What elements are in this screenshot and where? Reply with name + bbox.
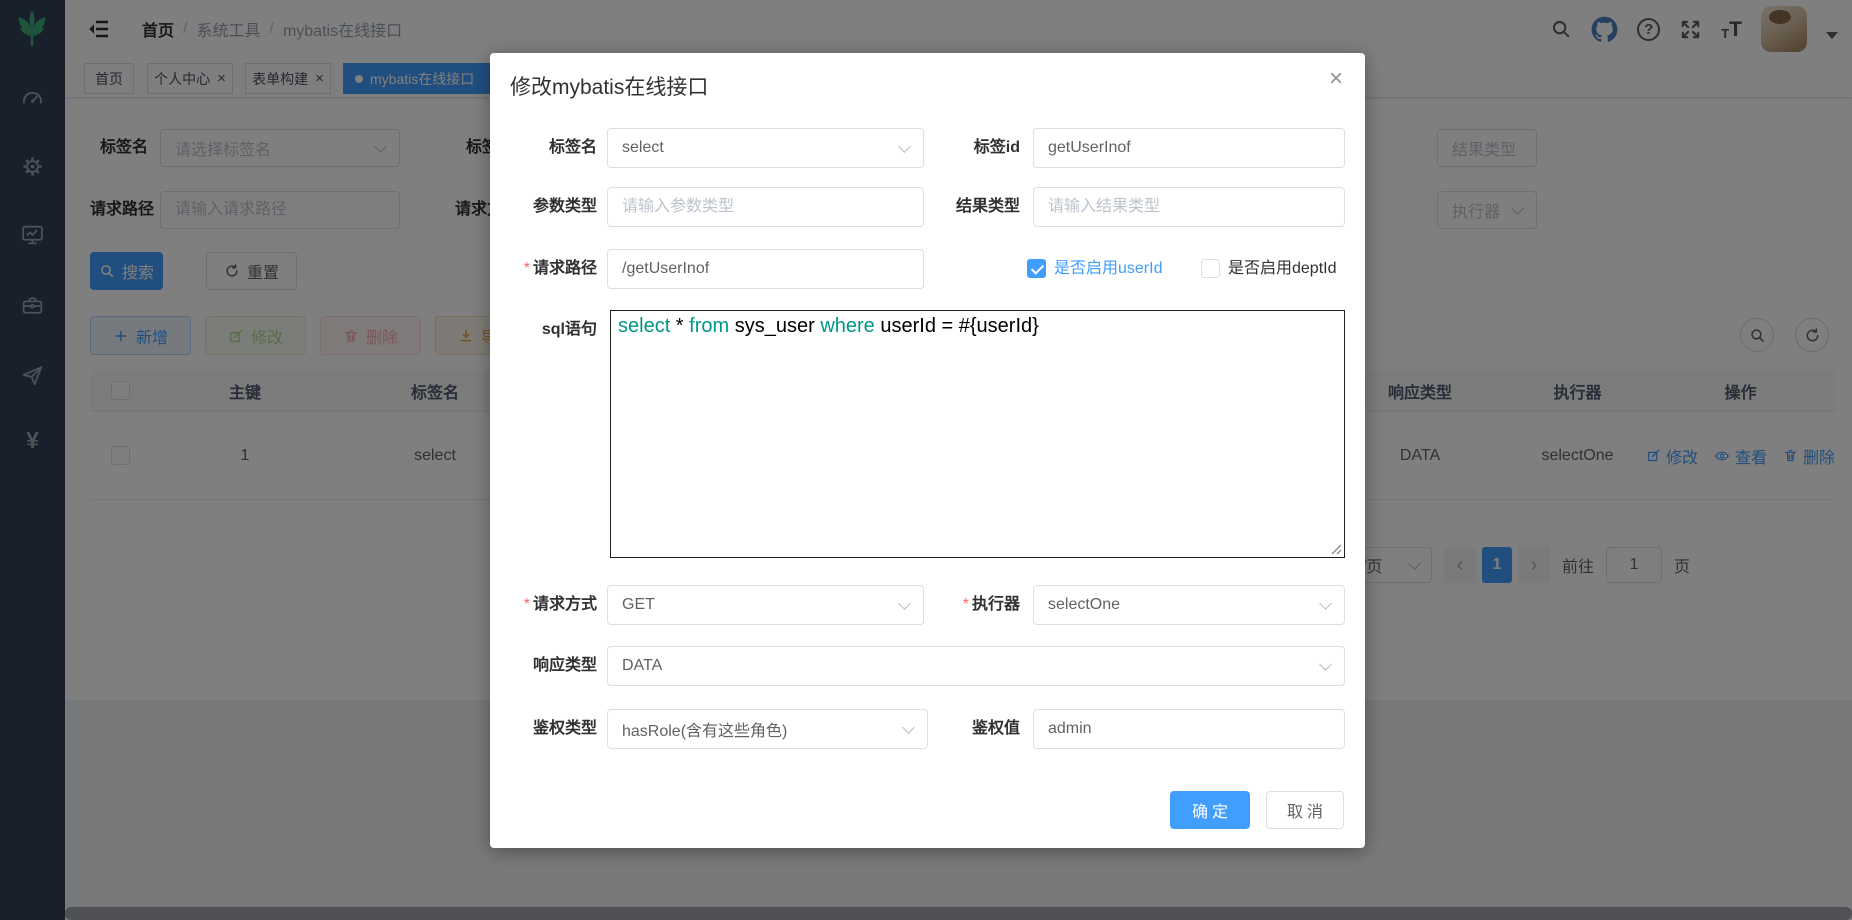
field-label-request-method: *请求方式 [500, 585, 597, 625]
auth-value-input[interactable] [1033, 709, 1345, 749]
field-label-result-type: 结果类型 [910, 187, 1020, 227]
select-value: GET [622, 596, 655, 614]
field-label-sql: sql语句 [500, 310, 597, 350]
sql-editor[interactable]: select * from sys_user where userId = #{… [610, 310, 1345, 558]
dialog-close-icon[interactable]: × [1329, 67, 1343, 91]
sql-editor-content: select * from sys_user where userId = #{… [618, 315, 1337, 338]
field-label-executor: *执行器 [910, 585, 1020, 625]
field-label-tag-name: 标签名 [500, 128, 597, 168]
required-mark: * [524, 596, 530, 613]
result-type-input[interactable] [1033, 187, 1345, 227]
executor-select[interactable]: selectOne [1033, 585, 1345, 625]
enable-deptid-label[interactable]: 是否启用deptId [1228, 249, 1337, 289]
request-method-select[interactable]: GET [607, 585, 924, 625]
field-label-tag-id: 标签id [910, 128, 1020, 168]
result-type-field [1033, 187, 1345, 227]
enable-deptid-checkbox[interactable] [1201, 259, 1220, 278]
enable-userid-checkbox[interactable] [1027, 259, 1046, 278]
field-label-request-path: *请求路径 [500, 249, 597, 289]
auth-type-select[interactable]: hasRole(含有这些角色) [607, 709, 928, 749]
label-text: 请求方式 [533, 596, 597, 613]
tag-id-input[interactable] [1033, 128, 1345, 168]
chevron-down-icon [1319, 597, 1332, 610]
label-text: 执行器 [972, 596, 1020, 613]
edit-dialog: 修改mybatis在线接口 × 标签名 select 标签id 参数类型 结果类… [490, 53, 1365, 848]
response-type-select[interactable]: DATA [607, 646, 1345, 686]
field-label-auth-type: 鉴权类型 [500, 709, 597, 749]
resize-grip-icon[interactable] [1329, 542, 1342, 555]
tag-id-field [1033, 128, 1345, 168]
chevron-down-icon [898, 140, 911, 153]
param-type-input[interactable] [607, 187, 924, 227]
select-value: select [622, 139, 664, 157]
confirm-button[interactable]: 确定 [1170, 791, 1250, 829]
field-label-auth-value: 鉴权值 [910, 709, 1020, 749]
cancel-button[interactable]: 取消 [1266, 791, 1344, 829]
request-path-field [607, 249, 924, 289]
select-value: selectOne [1048, 596, 1120, 614]
label-text: 请求路径 [533, 260, 597, 277]
required-mark: * [524, 260, 530, 277]
required-mark: * [963, 596, 969, 613]
field-label-response-type: 响应类型 [500, 646, 597, 686]
auth-value-field [1033, 709, 1345, 749]
select-value: DATA [622, 657, 662, 675]
field-label-param-type: 参数类型 [500, 187, 597, 227]
tag-name-select[interactable]: select [607, 128, 924, 168]
request-path-input[interactable] [607, 249, 924, 289]
select-value: hasRole(含有这些角色) [622, 717, 787, 741]
dialog-title: 修改mybatis在线接口 [510, 71, 708, 101]
app-root: ¥ 首页 / 系统工具 / mybatis在线接口 [0, 0, 1852, 920]
chevron-down-icon [1319, 658, 1332, 671]
chevron-down-icon [898, 597, 911, 610]
enable-userid-label[interactable]: 是否启用userId [1054, 249, 1162, 289]
param-type-field [607, 187, 924, 227]
